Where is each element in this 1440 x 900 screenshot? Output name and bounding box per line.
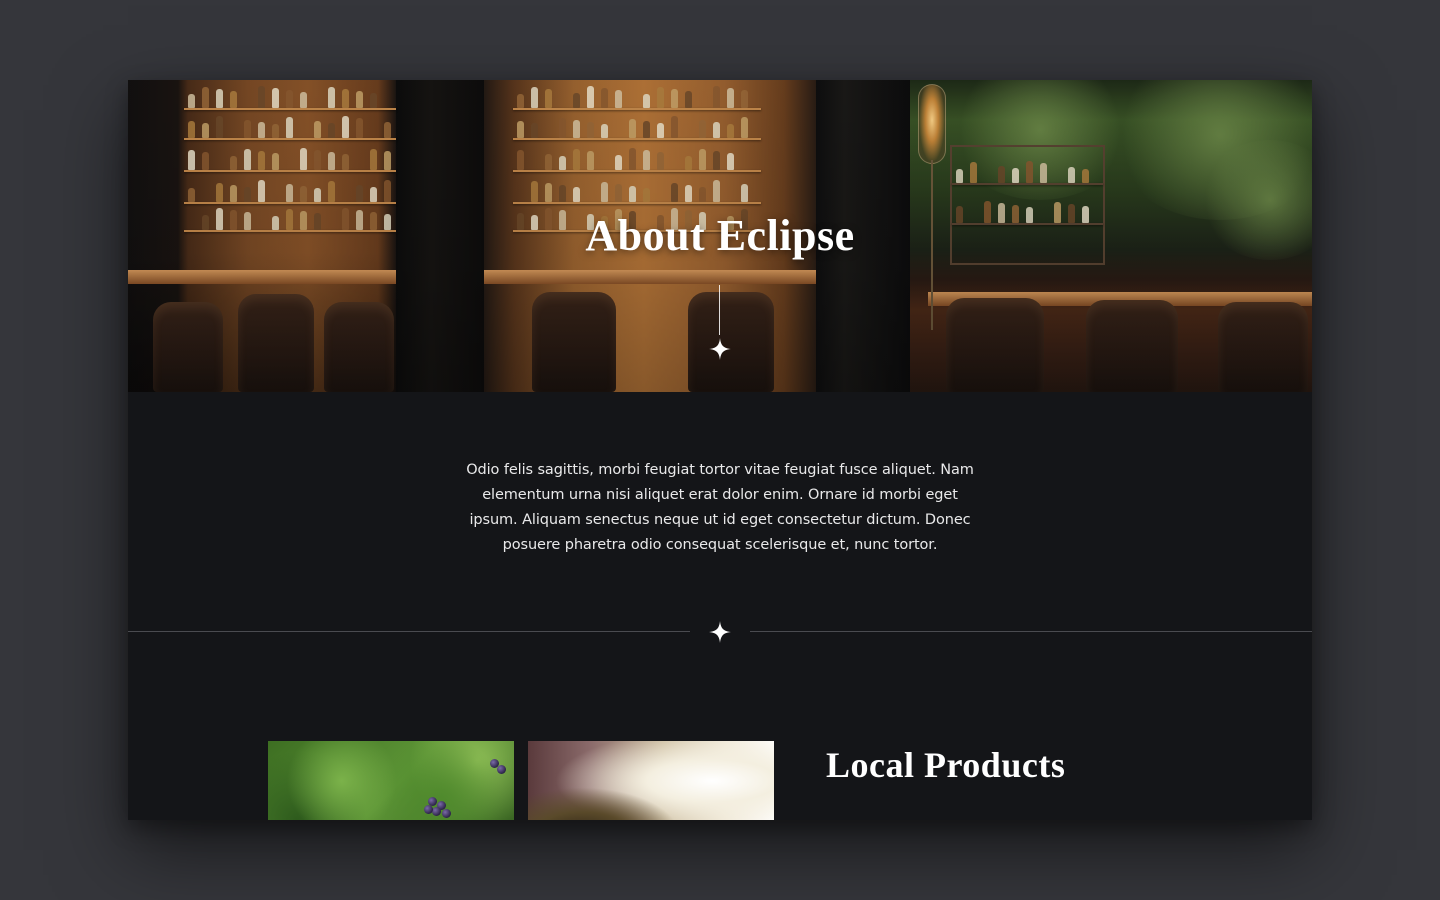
- page-title: About Eclipse: [585, 211, 855, 260]
- about-description: Odio felis sagittis, morbi feugiat torto…: [466, 462, 974, 553]
- section-divider-line: [750, 631, 1312, 632]
- hero-divider-line: [719, 285, 720, 335]
- hero-section: About Eclipse: [128, 80, 1312, 392]
- section-divider-line: [128, 631, 690, 632]
- grapevine-image: [268, 741, 514, 820]
- page-frame: About Eclipse Odio felis sagittis, morbi…: [128, 80, 1312, 820]
- wine-bottle-image: [528, 741, 774, 820]
- sparkle-icon: [709, 338, 731, 360]
- sparkle-icon: [709, 621, 731, 643]
- local-products-heading: Local Products: [826, 745, 1066, 785]
